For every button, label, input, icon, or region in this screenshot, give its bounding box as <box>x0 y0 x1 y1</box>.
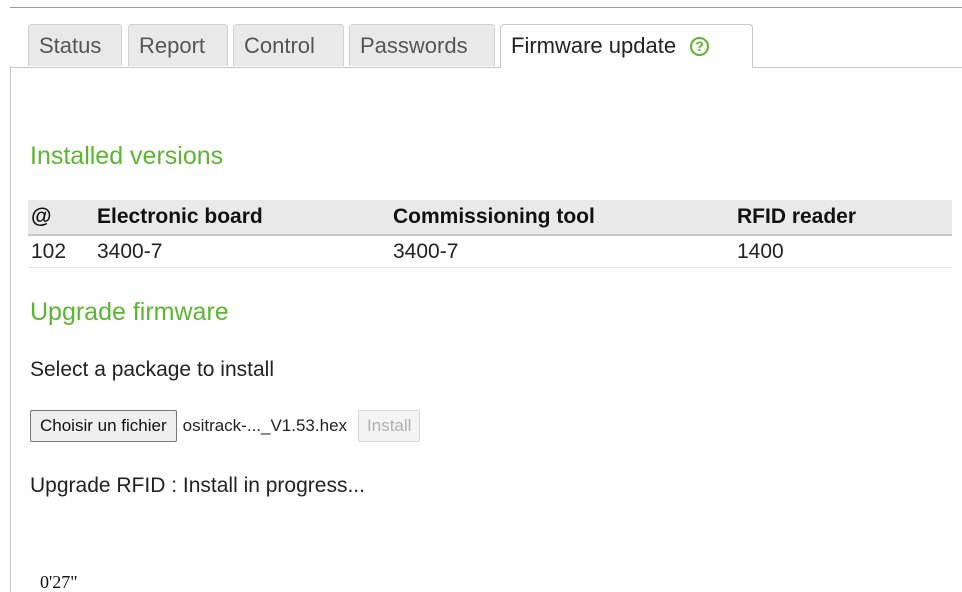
table-row: 102 3400-7 3400-7 1400 <box>28 235 952 268</box>
tab-status-label: Status <box>39 33 102 58</box>
tab-control-label: Control <box>244 33 315 58</box>
help-circle-icon[interactable]: ? <box>690 37 710 56</box>
top-divider <box>10 7 962 8</box>
tab-report-label: Report <box>139 33 206 58</box>
tab-bar: Status Report Control Passwords Firmware… <box>10 24 962 68</box>
file-input-row: Choisir un fichier ositrack-..._V1.53.he… <box>30 410 421 442</box>
column-header-commissioning-tool: Commissioning tool <box>390 200 734 236</box>
cell-electronic-board: 3400-7 <box>94 235 390 268</box>
column-header-address: @ <box>28 200 94 236</box>
cell-address: 102 <box>28 235 94 268</box>
install-button[interactable]: Install <box>358 410 421 442</box>
column-header-rfid-reader: RFID reader <box>734 200 952 236</box>
tab-passwords-label: Passwords <box>360 33 468 58</box>
tab-status[interactable]: Status <box>28 24 122 66</box>
installed-versions-table: @ Electronic board Commissioning tool RF… <box>28 200 952 268</box>
install-progress-status: Upgrade RFID : Install in progress... <box>30 474 365 497</box>
select-package-instruction: Select a package to install <box>30 358 274 381</box>
installed-versions-title: Installed versions <box>30 142 224 170</box>
elapsed-timer: 0'27" <box>40 572 78 592</box>
upgrade-firmware-title: Upgrade firmware <box>30 298 229 326</box>
choose-file-button[interactable]: Choisir un fichier <box>30 410 177 442</box>
table-header-row: @ Electronic board Commissioning tool RF… <box>28 200 952 236</box>
selected-file-name: ositrack-..._V1.53.hex <box>182 416 348 435</box>
column-header-electronic-board: Electronic board <box>94 200 390 236</box>
firmware-update-page: Status Report Control Passwords Firmware… <box>0 0 962 592</box>
content-left-border <box>10 66 11 592</box>
tab-firmware-update-label: Firmware update <box>511 33 677 58</box>
cell-commissioning-tool: 3400-7 <box>390 235 734 268</box>
tab-report[interactable]: Report <box>128 24 228 66</box>
cell-rfid-reader: 1400 <box>734 235 952 268</box>
tab-firmware-update[interactable]: Firmware update? <box>500 24 753 68</box>
tab-control[interactable]: Control <box>233 24 344 66</box>
tab-passwords[interactable]: Passwords <box>349 24 495 66</box>
